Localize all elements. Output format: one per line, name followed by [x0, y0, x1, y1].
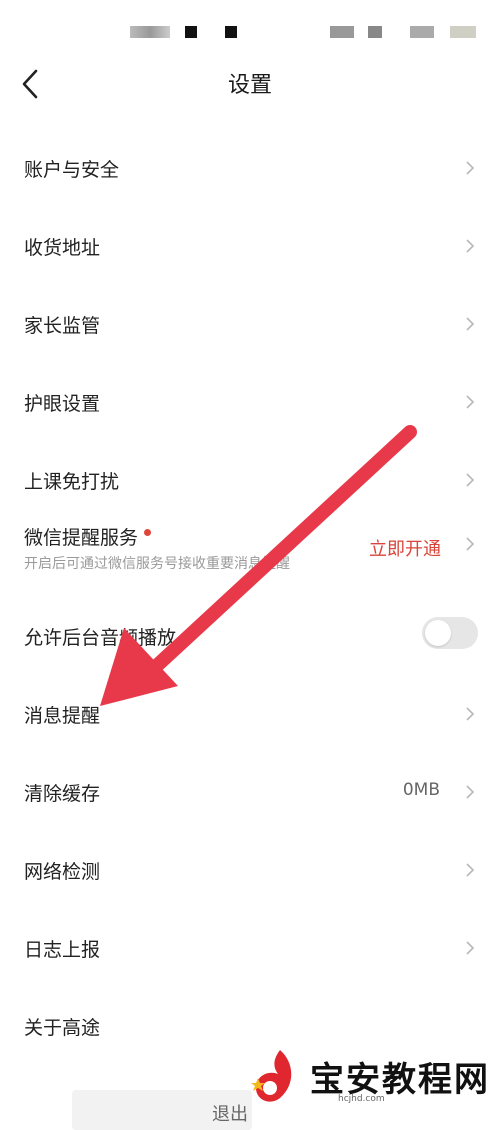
chevron-right-icon	[466, 941, 475, 955]
settings-item-class-dnd[interactable]: 上课免打扰	[0, 441, 500, 519]
logout-label: 退出	[212, 1104, 248, 1125]
settings-item-label: 上课免打扰	[24, 471, 120, 493]
nav-header: 设置	[0, 55, 500, 111]
status-block	[130, 26, 170, 38]
settings-item-label: 家长监管	[24, 315, 101, 337]
chevron-right-icon	[466, 473, 475, 487]
chevron-right-icon	[466, 537, 475, 551]
chevron-right-icon	[466, 395, 475, 409]
chevron-right-icon	[466, 785, 475, 799]
watermark-url: hcjhd.com	[338, 1094, 385, 1104]
logout-button[interactable]: 退出	[72, 1090, 252, 1130]
settings-item-log-report[interactable]: 日志上报	[0, 909, 500, 987]
settings-item-label: 消息提醒	[24, 705, 101, 727]
toggle-knob	[425, 620, 451, 646]
settings-item-shipping-address[interactable]: 收货地址	[0, 207, 500, 285]
settings-item-clear-cache[interactable]: 清除缓存 0MB	[0, 753, 500, 831]
status-block	[410, 26, 434, 38]
settings-item-label: 清除缓存	[24, 783, 101, 805]
status-block	[185, 26, 197, 38]
settings-item-label: 网络检测	[24, 861, 101, 883]
chevron-right-icon	[466, 707, 475, 721]
settings-item-label: 账户与安全	[24, 159, 120, 181]
page-title: 设置	[227, 73, 272, 98]
settings-item-parental-control[interactable]: 家长监管	[0, 285, 500, 363]
settings-item-label: 关于高途	[24, 1017, 101, 1039]
settings-item-label: 收货地址	[24, 237, 101, 259]
status-block	[330, 26, 354, 38]
settings-item-label: 微信提醒服务	[24, 523, 152, 550]
background-audio-toggle[interactable]	[422, 617, 478, 649]
activate-now-link[interactable]: 立即开通	[369, 535, 441, 561]
notification-dot	[144, 529, 152, 536]
wechat-reminder-title: 微信提醒服务	[24, 527, 139, 549]
settings-item-wechat-reminder[interactable]: 微信提醒服务 开启后可通过微信服务号接收重要消息提醒 立即开通	[0, 519, 500, 597]
watermark-logo-icon	[251, 1050, 292, 1102]
site-watermark: 宝安教程网 hcjhd.com	[250, 1048, 500, 1108]
settings-item-label: 日志上报	[24, 939, 101, 961]
chevron-right-icon	[466, 863, 475, 877]
chevron-right-icon	[466, 317, 475, 331]
chevron-right-icon	[466, 239, 475, 253]
settings-item-account-security[interactable]: 账户与安全	[0, 129, 500, 207]
settings-item-eye-care[interactable]: 护眼设置	[0, 363, 500, 441]
settings-item-subtitle: 开启后可通过微信服务号接收重要消息提醒	[24, 556, 290, 572]
settings-item-message-reminder[interactable]: 消息提醒	[0, 675, 500, 753]
settings-item-label: 允许后台音频播放	[24, 627, 177, 649]
settings-list: 账户与安全 收货地址 家长监管 护眼设置 上课免打扰 微信提醒服务 开启后可通过…	[0, 129, 500, 1065]
settings-item-background-audio: 允许后台音频播放	[0, 597, 500, 675]
settings-item-network-check[interactable]: 网络检测	[0, 831, 500, 909]
chevron-right-icon	[466, 161, 475, 175]
settings-item-label: 护眼设置	[24, 393, 101, 415]
status-bar	[0, 0, 500, 60]
watermark-text: 宝安教程网	[310, 1060, 490, 1100]
status-block	[225, 26, 237, 38]
status-block	[368, 26, 382, 38]
cache-size-value: 0MB	[402, 780, 440, 800]
status-block	[450, 26, 476, 38]
